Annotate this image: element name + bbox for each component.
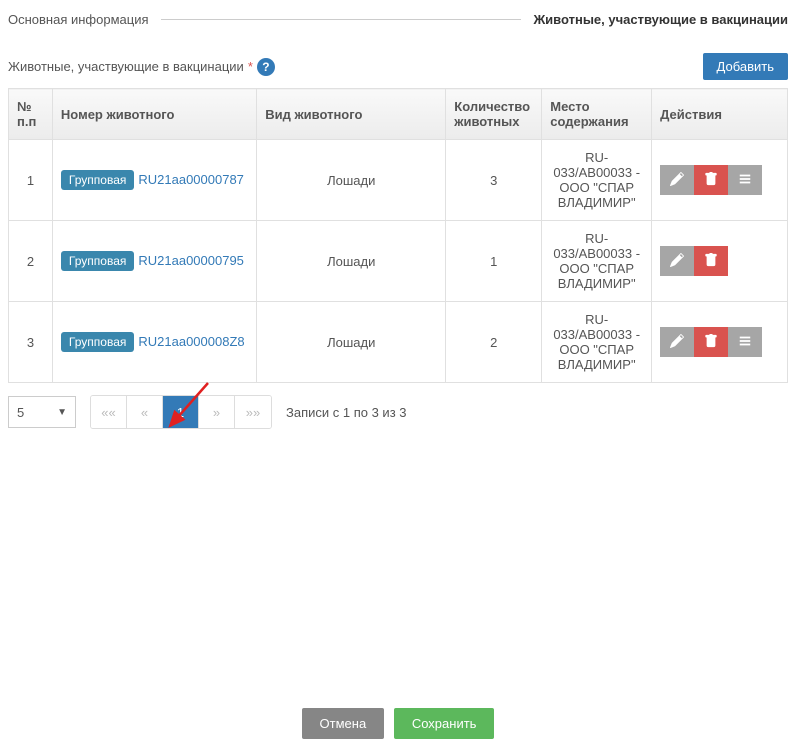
th-qty: Количество животных bbox=[446, 89, 542, 140]
cell-place: RU-033/AB00033 - ООО "СПАР ВЛАДИМИР" bbox=[542, 302, 652, 383]
pager-first[interactable]: «« bbox=[91, 396, 127, 428]
trash-icon bbox=[704, 172, 718, 189]
bottom-actions: Отмена Сохранить bbox=[0, 708, 796, 739]
pager-prev[interactable]: « bbox=[127, 396, 163, 428]
cell-number: Групповая RU21aa00000787 bbox=[52, 140, 256, 221]
table-footer: 5 ▼ «« « 1 » »» Записи с 1 по 3 из 3 bbox=[8, 395, 788, 429]
trash-icon bbox=[704, 253, 718, 270]
cell-place: RU-033/AB00033 - ООО "СПАР ВЛАДИМИР" bbox=[542, 140, 652, 221]
cell-kind: Лошади bbox=[257, 221, 446, 302]
pager-page-1[interactable]: 1 bbox=[163, 396, 199, 428]
table-row: 1 Групповая RU21aa00000787 Лошади3RU-033/AB… bbox=[9, 140, 788, 221]
animal-number-link[interactable]: RU21aa00000787 bbox=[138, 172, 244, 187]
trash-icon bbox=[704, 334, 718, 351]
group-badge: Групповая bbox=[61, 170, 134, 190]
table-row: 2 Групповая RU21aa00000795 Лошади1RU-033/AB… bbox=[9, 221, 788, 302]
animal-number-link[interactable]: RU21aa00000795 bbox=[138, 253, 244, 268]
cell-actions bbox=[652, 140, 788, 221]
cell-actions bbox=[652, 302, 788, 383]
group-badge: Групповая bbox=[61, 332, 134, 352]
tabs-row: Основная информация Животные, участвующи… bbox=[8, 8, 788, 31]
cell-number: Групповая RU21aa000008Z8 bbox=[52, 302, 256, 383]
cell-qty: 3 bbox=[446, 140, 542, 221]
caret-down-icon: ▼ bbox=[57, 407, 67, 418]
section-header: Животные, участвующие в вакцинации * ? Д… bbox=[8, 53, 788, 80]
tab-animals[interactable]: Животные, участвующие в вакцинации bbox=[533, 8, 788, 31]
pencil-icon bbox=[670, 253, 684, 270]
add-button[interactable]: Добавить bbox=[703, 53, 788, 80]
page-size-select[interactable]: 5 ▼ bbox=[8, 396, 76, 428]
save-button[interactable]: Сохранить bbox=[394, 708, 495, 739]
cell-kind: Лошади bbox=[257, 140, 446, 221]
cell-qty: 2 bbox=[446, 302, 542, 383]
th-actions: Действия bbox=[652, 89, 788, 140]
page-size-value: 5 bbox=[17, 405, 24, 420]
cancel-button[interactable]: Отмена bbox=[302, 708, 385, 739]
pencil-icon bbox=[670, 172, 684, 189]
list-button[interactable] bbox=[728, 327, 762, 357]
cell-idx: 3 bbox=[9, 302, 53, 383]
help-icon[interactable]: ? bbox=[257, 58, 275, 76]
list-icon bbox=[738, 172, 752, 189]
delete-button[interactable] bbox=[694, 246, 728, 276]
pencil-icon bbox=[670, 334, 684, 351]
group-badge: Групповая bbox=[61, 251, 134, 271]
cell-kind: Лошади bbox=[257, 302, 446, 383]
cell-idx: 2 bbox=[9, 221, 53, 302]
required-mark: * bbox=[248, 59, 253, 74]
edit-button[interactable] bbox=[660, 327, 694, 357]
cell-number: Групповая RU21aa00000795 bbox=[52, 221, 256, 302]
list-icon bbox=[738, 334, 752, 351]
th-number: Номер животного bbox=[52, 89, 256, 140]
section-title: Животные, участвующие в вакцинации bbox=[8, 59, 244, 74]
list-button[interactable] bbox=[728, 165, 762, 195]
pager-last[interactable]: »» bbox=[235, 396, 271, 428]
edit-button[interactable] bbox=[660, 246, 694, 276]
table-row: 3 Групповая RU21aa000008Z8 Лошади2RU-033/AB… bbox=[9, 302, 788, 383]
pager-next[interactable]: » bbox=[199, 396, 235, 428]
th-kind: Вид животного bbox=[257, 89, 446, 140]
th-place: Место содержания bbox=[542, 89, 652, 140]
tab-divider bbox=[161, 19, 522, 20]
animal-number-link[interactable]: RU21aa000008Z8 bbox=[138, 334, 244, 349]
records-info: Записи с 1 по 3 из 3 bbox=[286, 405, 407, 420]
cell-idx: 1 bbox=[9, 140, 53, 221]
th-idx: № п.п bbox=[9, 89, 53, 140]
delete-button[interactable] bbox=[694, 327, 728, 357]
delete-button[interactable] bbox=[694, 165, 728, 195]
edit-button[interactable] bbox=[660, 165, 694, 195]
animals-table: № п.п Номер животного Вид животного Коли… bbox=[8, 88, 788, 383]
cell-actions bbox=[652, 221, 788, 302]
cell-qty: 1 bbox=[446, 221, 542, 302]
tab-main-info[interactable]: Основная информация bbox=[8, 8, 149, 31]
cell-place: RU-033/AB00033 - ООО "СПАР ВЛАДИМИР" bbox=[542, 221, 652, 302]
pager: «« « 1 » »» bbox=[90, 395, 272, 429]
